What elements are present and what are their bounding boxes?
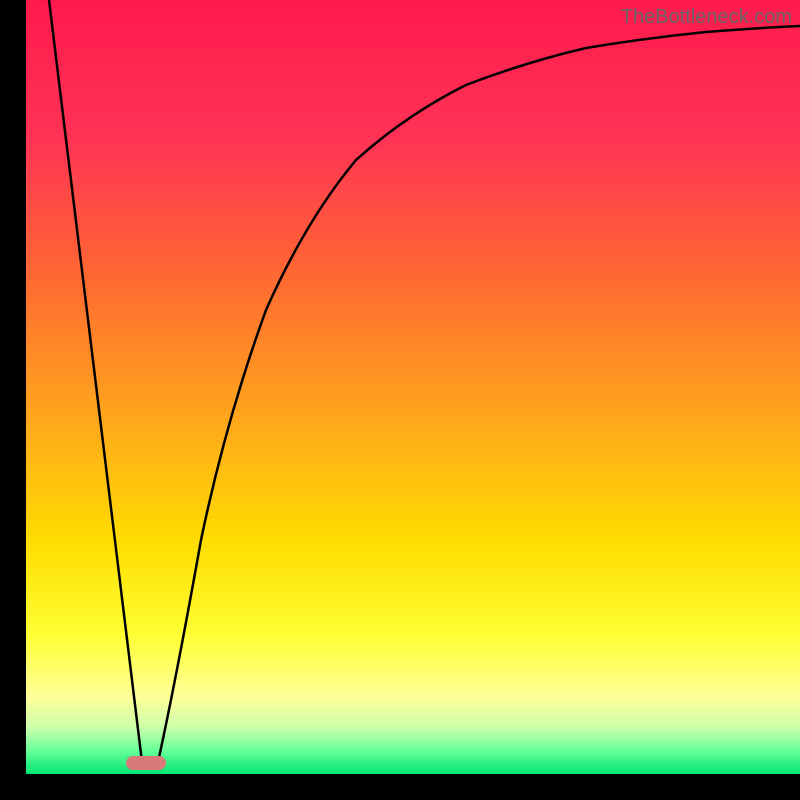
chart-lines xyxy=(26,0,800,774)
ascending-curve xyxy=(158,26,800,762)
chart-container: TheBottleneck.com xyxy=(26,0,800,774)
low-point-marker xyxy=(126,756,166,770)
watermark-text: TheBottleneck.com xyxy=(621,6,792,29)
descending-line xyxy=(49,0,142,762)
